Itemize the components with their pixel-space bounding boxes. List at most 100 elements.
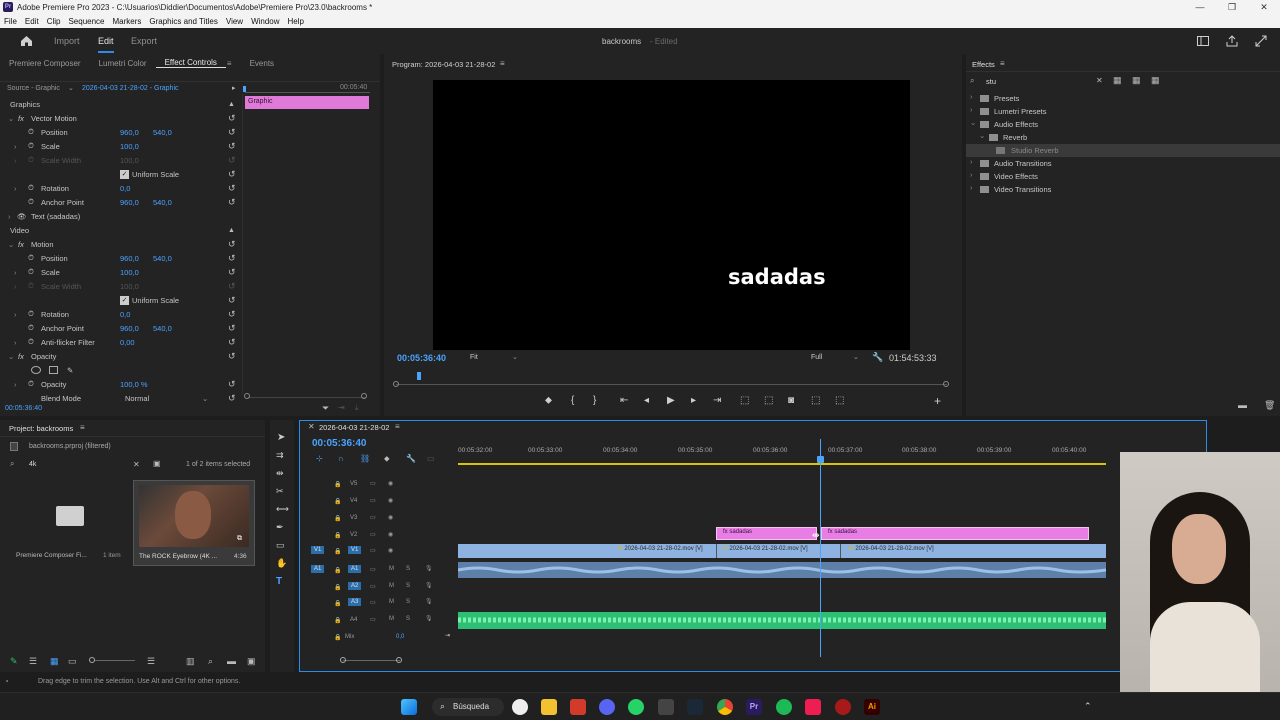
reset-icon[interactable]: ↺	[228, 239, 236, 250]
pencil-icon[interactable]: ✎	[10, 656, 18, 667]
graphic-clip-bar[interactable]: Graphic	[245, 96, 369, 109]
zoom-handle-left[interactable]	[393, 381, 399, 387]
32bit-effects-icon[interactable]: ▦	[1132, 75, 1141, 86]
rectangle-tool-icon[interactable]: ▭	[276, 540, 285, 551]
type-tool-icon[interactable]: T	[276, 576, 282, 587]
overlay-title-text[interactable]: sadadas	[728, 265, 826, 289]
copilot-icon[interactable]	[512, 699, 528, 715]
stopwatch-icon[interactable]: ⏱	[28, 127, 34, 137]
add-button-icon[interactable]: +	[934, 394, 941, 408]
chevron-down-icon[interactable]: ⌄	[202, 394, 208, 403]
uniform-scale-checkbox[interactable]: ✓	[120, 295, 129, 305]
reset-icon[interactable]: ↺	[228, 169, 236, 180]
new-bin-icon[interactable]: ▬	[227, 656, 236, 666]
mark-out-icon[interactable]: }	[593, 395, 596, 406]
audio-clip-a1[interactable]	[457, 562, 1107, 578]
anti-flicker-value[interactable]: 0,00	[120, 338, 135, 347]
new-search-bin-icon[interactable]: ▣	[153, 459, 161, 468]
tree-item[interactable]: › Lumetri Presets	[966, 105, 1280, 118]
tab-events[interactable]: Events	[241, 59, 283, 68]
stopwatch-icon[interactable]: ⏱	[28, 323, 34, 333]
video-clip[interactable]: fx 2026-04-03 21-28-02.mov [V]	[840, 544, 1106, 558]
freeform-view-icon[interactable]: ▭	[68, 656, 77, 667]
chrome-icon[interactable]	[717, 699, 733, 715]
hand-tool-icon[interactable]: ✋	[276, 558, 287, 569]
close-button[interactable]: ✕	[1248, 0, 1280, 14]
stopwatch-icon[interactable]: ⏱	[28, 197, 34, 207]
list-view-icon[interactable]: ☰	[29, 656, 37, 667]
menu-window[interactable]: Window	[247, 17, 283, 26]
comparison-view-icon[interactable]: ⬚	[811, 395, 820, 406]
anchor-y-value[interactable]: 540,0	[153, 198, 172, 207]
icon-view-icon[interactable]: ▦	[50, 656, 59, 667]
taskbar-search[interactable]: ⌕ Búsqueda	[432, 698, 504, 716]
export-frame-icon[interactable]: ◙	[788, 395, 794, 406]
ellipse-mask-icon[interactable]	[31, 366, 41, 374]
position-x-value[interactable]: 960,0	[120, 128, 139, 137]
tab-import[interactable]: Import	[54, 36, 80, 46]
clear-search-icon[interactable]: ✕	[1096, 76, 1103, 85]
export-frame-icon[interactable]: ⤓	[355, 403, 359, 413]
zoom-handle-left[interactable]	[340, 657, 346, 663]
sequence-clip-label[interactable]: 2026-04-03 21-28-02 - Graphic	[82, 85, 179, 92]
tab-edit[interactable]: Edit	[98, 36, 114, 53]
reset-icon[interactable]: ↺	[228, 253, 236, 264]
fit-select[interactable]: Fit	[470, 354, 478, 361]
chevron-up-icon[interactable]: ⌃	[1084, 701, 1092, 712]
tree-item-selected[interactable]: Studio Reverb	[966, 144, 1280, 157]
tree-item[interactable]: ⌄ Reverb	[966, 131, 1280, 144]
filter-icon[interactable]: ⏷	[322, 403, 329, 414]
bin-item[interactable]: Premiere Composer Fi... 1 item	[8, 480, 131, 566]
slip-tool-icon[interactable]: ⟷	[276, 504, 289, 515]
yuv-effects-icon[interactable]: ▦	[1151, 75, 1160, 86]
menu-clip[interactable]: Clip	[43, 17, 65, 26]
tree-item[interactable]: ⌄ Audio Effects	[966, 118, 1280, 131]
zoom-handle-right[interactable]	[943, 381, 949, 387]
tree-item[interactable]: › Audio Transitions	[966, 157, 1280, 170]
wrench-icon[interactable]: 🔧	[406, 454, 416, 463]
track-header-v4[interactable]: 🔒 V4 ▭ ◉	[300, 495, 458, 509]
tiktok-icon[interactable]	[805, 699, 821, 715]
menu-view[interactable]: View	[222, 17, 247, 26]
menu-help[interactable]: Help	[284, 17, 308, 26]
track-header-a3[interactable]: 🔒 A3 ▭ M S 🎙	[300, 597, 458, 611]
motion-label[interactable]: Motion	[31, 240, 54, 249]
step-forward-icon[interactable]: ▸	[691, 395, 696, 406]
timeline-timecode[interactable]: 00:05:36:40	[312, 438, 366, 449]
file-explorer-icon[interactable]	[541, 699, 557, 715]
playhead-handle[interactable]	[817, 456, 824, 463]
add-marker-icon[interactable]: ⬥	[545, 395, 552, 406]
steam-icon[interactable]	[687, 699, 703, 715]
chevron-down-icon[interactable]: ⌄	[68, 84, 74, 92]
maximize-button[interactable]: ❐	[1216, 0, 1248, 14]
rotation-value[interactable]: 0,0	[120, 184, 130, 193]
opacity-value[interactable]: 100,0 %	[120, 380, 148, 389]
lift-icon[interactable]: ⬚	[740, 395, 749, 406]
jump-icon[interactable]: ⇥	[338, 403, 345, 412]
razor-tool-icon[interactable]: ✂	[276, 486, 284, 497]
source-label[interactable]: Source - Graphic	[7, 85, 60, 92]
sort-icon[interactable]: ☰	[147, 656, 155, 667]
new-item-icon[interactable]: ▣	[247, 656, 256, 667]
premiere-taskbar-icon[interactable]: Pr	[746, 699, 762, 715]
rotation-value[interactable]: 0,0	[120, 310, 130, 319]
ec-current-timecode[interactable]: 00:05:36:40	[5, 405, 42, 412]
share-icon[interactable]	[1226, 35, 1238, 47]
ec-playhead[interactable]	[243, 86, 246, 92]
pen-mask-icon[interactable]: ✎	[67, 366, 73, 375]
reset-icon[interactable]: ↺	[228, 183, 236, 194]
stopwatch-icon[interactable]: ⏱	[28, 379, 34, 389]
stopwatch-icon[interactable]: ⏱	[28, 267, 34, 277]
stopwatch-icon[interactable]: ⏱	[28, 337, 34, 347]
menu-markers[interactable]: Markers	[109, 17, 146, 26]
panel-menu-icon[interactable]: ≡	[80, 423, 85, 432]
scale-value[interactable]: 100,0	[120, 268, 139, 277]
epic-games-icon[interactable]	[658, 699, 674, 715]
tab-lumetri-color[interactable]: Lumetri Color	[90, 59, 156, 68]
sequence-tab[interactable]: 2026-04-03 21-28-02	[319, 423, 389, 432]
text-layer-label[interactable]: Text (sadadas)	[31, 212, 80, 221]
stopwatch-icon[interactable]: ⏱	[28, 183, 34, 193]
program-timecode[interactable]: 00:05:36:40	[397, 353, 446, 363]
reset-icon[interactable]: ↺	[228, 267, 236, 278]
program-video-frame[interactable]: sadadas	[433, 80, 910, 350]
